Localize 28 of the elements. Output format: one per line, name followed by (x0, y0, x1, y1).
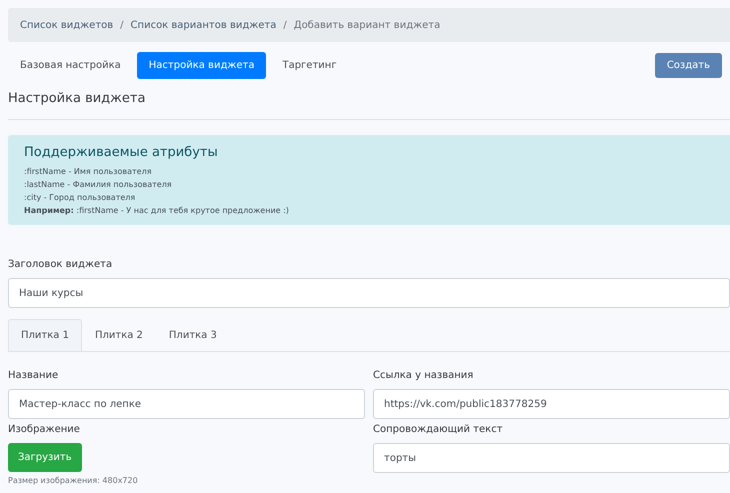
section-title: Настройка виджета (8, 91, 146, 107)
breadcrumb-link[interactable]: Список виджетов (20, 18, 114, 32)
breadcrumb-separator: / (120, 18, 124, 32)
create-button[interactable]: Создать (654, 53, 722, 78)
link-field[interactable]: https://vk.com/public183778259 (373, 389, 730, 420)
field-label: Сопровождающий текст (373, 423, 504, 438)
field-label: Название (8, 369, 60, 384)
tab[interactable]: Базовая настройка (8, 52, 133, 79)
tab[interactable]: Настройка виджета (136, 52, 266, 79)
attribute-line: :city - Город пользователя (24, 192, 136, 204)
breadcrumb-separator: / (283, 18, 287, 32)
widget-title-field[interactable]: Наши курсы (8, 278, 730, 308)
alert-title: Поддерживаемые атрибуты (24, 144, 219, 162)
caption-field[interactable]: торты (373, 443, 730, 474)
field-label: Ссылка у названия (373, 369, 474, 384)
tile-tab[interactable]: Плитка 1 (8, 319, 82, 352)
breadcrumb-current: Добавить вариант виджета (294, 18, 440, 32)
attribute-line: Например: :firstName - У нас для тебя крутое предложение :) (24, 205, 290, 218)
tile-tab[interactable]: Плитка 2 (82, 319, 156, 352)
attribute-line: :lastName - Фамилия пользователя (24, 179, 173, 192)
field-label: Изображение (8, 423, 81, 438)
attribute-line: :firstName - Имя пользователя (24, 166, 153, 178)
name-field[interactable]: Мастер-класс по лепке (8, 389, 365, 420)
field-label: Заголовок виджета (8, 258, 114, 272)
image-size-hint: Размер изображения: 480x720 (8, 475, 139, 488)
tile-tab[interactable]: Плитка 3 (156, 319, 230, 352)
tab[interactable]: Таргетинг (270, 52, 349, 79)
breadcrumb-link[interactable]: Список вариантов виджета (130, 18, 276, 32)
